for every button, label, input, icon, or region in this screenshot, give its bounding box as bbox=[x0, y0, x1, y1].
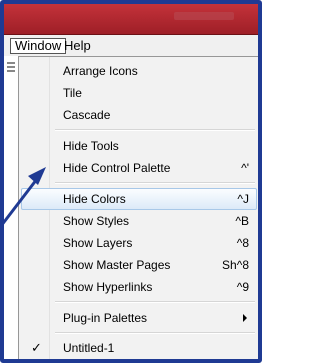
pointer-arrow-head bbox=[28, 167, 46, 185]
pointer-arrow-icon bbox=[0, 167, 46, 227]
pointer-arrow-shaft bbox=[0, 174, 42, 227]
